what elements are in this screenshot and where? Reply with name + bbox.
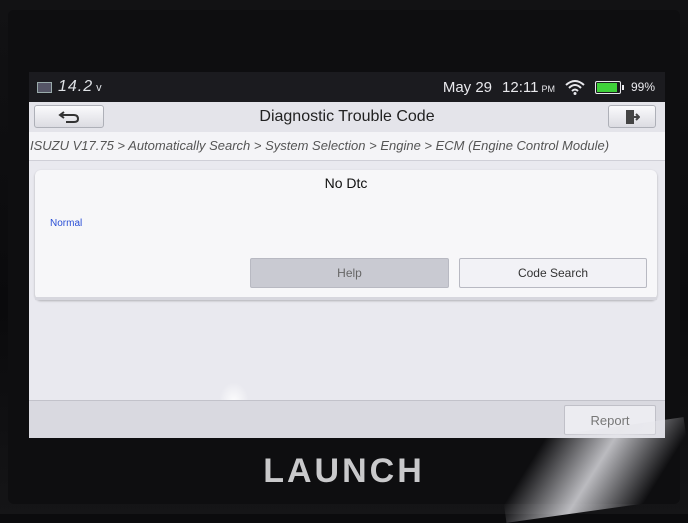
battery-percent: 99% — [630, 80, 655, 94]
voltage-value: 14.2 — [58, 78, 94, 95]
voltage-unit: v — [96, 82, 103, 94]
page-title: Diagnostic Trouble Code — [259, 108, 435, 125]
exit-button[interactable] — [608, 105, 656, 128]
title-bar: Diagnostic Trouble Code — [29, 102, 665, 133]
time-value: 12:11 — [502, 78, 539, 96]
code-search-button[interactable]: Code Search — [459, 258, 647, 288]
status-label: Normal — [50, 218, 83, 229]
exit-icon — [626, 109, 640, 124]
dtc-heading: No Dtc — [324, 175, 368, 191]
device-screen: 14.2 v May 29 12:11 PM 99% Diagnostic Tr… — [29, 72, 665, 438]
status-date: May 29 — [442, 78, 493, 96]
help-button[interactable]: Help — [250, 258, 449, 288]
screen-icon — [37, 81, 52, 93]
wifi-icon — [565, 80, 585, 95]
status-time: 12:11 PM — [502, 79, 555, 96]
dtc-result-panel: No Dtc Normal Help Code Search — [35, 170, 657, 300]
breadcrumb: ISUZU V17.75 > Automatically Search > Sy… — [29, 132, 665, 161]
time-ampm: PM — [541, 83, 555, 94]
voltage-readout: 14.2 v — [58, 78, 103, 96]
battery-icon — [594, 80, 624, 94]
status-bar: 14.2 v May 29 12:11 PM 99% — [29, 72, 665, 102]
panel-divider — [35, 297, 657, 300]
